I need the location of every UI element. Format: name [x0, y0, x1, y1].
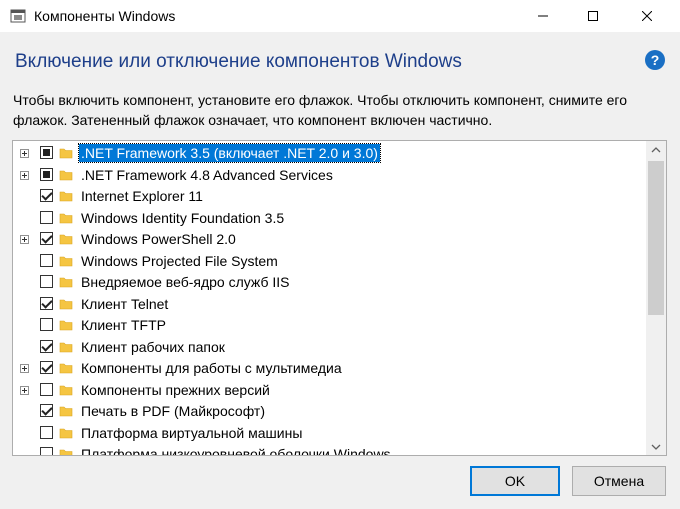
feature-row[interactable]: Платформа виртуальной машины — [13, 423, 646, 444]
close-button[interactable] — [624, 0, 670, 32]
help-icon[interactable]: ? — [645, 50, 665, 70]
expand-plus-icon[interactable] — [20, 235, 29, 244]
feature-label: Клиент рабочих папок — [81, 338, 225, 355]
feature-row[interactable]: Windows Projected File System — [13, 251, 646, 272]
feature-label: Компоненты для работы с мультимедиа — [81, 360, 342, 376]
folder-icon — [59, 406, 73, 417]
description-text: Чтобы включить компонент, установите его… — [13, 92, 627, 128]
folder-icon — [59, 234, 73, 245]
folder-icon — [59, 299, 73, 309]
feature-checkbox[interactable] — [40, 232, 53, 245]
maximize-button[interactable] — [570, 0, 616, 32]
feature-row[interactable]: Internet Explorer 11 — [13, 186, 646, 207]
folder-icon — [59, 363, 73, 374]
feature-row[interactable]: Windows Identity Foundation 3.5 — [13, 208, 646, 229]
feature-row[interactable]: Windows PowerShell 2.0 — [13, 229, 646, 250]
feature-row[interactable]: .NET Framework 4.8 Advanced Services — [13, 165, 646, 186]
feature-label: Компоненты прежних версий — [81, 381, 270, 398]
feature-label: Платформа низкоуровневой оболочки Window… — [81, 446, 391, 455]
feature-label: Windows Projected File System — [81, 252, 278, 269]
features-list: .NET Framework 3.5 (включает .NET 2.0 и … — [13, 141, 646, 455]
feature-checkbox[interactable] — [40, 382, 53, 396]
expand-plus-icon[interactable] — [20, 149, 29, 158]
feature-row[interactable]: Платформа низкоуровневой оболочки Window… — [13, 444, 646, 455]
feature-checkbox[interactable] — [40, 404, 53, 417]
cancel-button[interactable]: Отмена — [572, 466, 666, 496]
folder-icon — [59, 342, 73, 352]
expand-plus-icon[interactable] — [20, 385, 29, 395]
feature-checkbox[interactable] — [40, 146, 53, 159]
vertical-scrollbar[interactable] — [646, 141, 666, 455]
feature-label: .NET Framework 4.8 Advanced Services — [81, 166, 333, 183]
folder-icon — [59, 385, 73, 395]
feature-checkbox[interactable] — [40, 189, 53, 202]
feature-label: Windows PowerShell 2.0 — [81, 231, 236, 247]
feature-row[interactable]: Внедряемое веб-ядро служб IIS — [13, 272, 646, 293]
feature-row[interactable]: Клиент TFTP — [13, 315, 646, 336]
feature-label: .NET Framework 3.5 (включает .NET 2.0 и … — [78, 143, 381, 163]
feature-row[interactable]: Клиент рабочих папок — [13, 337, 646, 358]
chevron-down-icon — [651, 444, 661, 450]
ok-button[interactable]: OK — [470, 466, 560, 496]
scroll-up-button[interactable] — [646, 141, 666, 158]
chevron-up-icon — [651, 146, 661, 152]
scroll-down-button[interactable] — [646, 438, 666, 455]
feature-label: Внедряемое веб-ядро служб IIS — [81, 274, 290, 290]
feature-checkbox[interactable] — [40, 296, 53, 310]
feature-label: Клиент Telnet — [81, 295, 169, 312]
expand-plus-icon[interactable] — [20, 364, 29, 373]
feature-checkbox[interactable] — [40, 167, 53, 181]
minimize-button[interactable] — [520, 0, 566, 32]
folder-icon — [59, 428, 73, 438]
feature-row[interactable]: Компоненты прежних версий — [13, 380, 646, 401]
feature-checkbox[interactable] — [40, 253, 53, 267]
feature-label: Клиент TFTP — [81, 317, 166, 333]
feature-label: Windows Identity Foundation 3.5 — [81, 209, 285, 226]
close-icon — [642, 11, 652, 21]
folder-icon — [59, 191, 73, 202]
features-tree: .NET Framework 3.5 (включает .NET 2.0 и … — [12, 140, 667, 456]
feature-checkbox[interactable] — [40, 210, 53, 224]
feature-row[interactable]: .NET Framework 3.5 (включает .NET 2.0 и … — [13, 143, 646, 164]
minimize-icon — [538, 15, 548, 17]
feature-row[interactable]: Компоненты для работы с мультимедиа — [13, 358, 646, 379]
feature-row[interactable]: Печать в PDF (Майкрософт) — [13, 401, 646, 422]
scroll-thumb[interactable] — [648, 161, 664, 315]
feature-label: Платформа виртуальной машины — [81, 424, 303, 441]
feature-label: Печать в PDF (Майкрософт) — [81, 403, 265, 419]
folder-icon — [59, 170, 73, 180]
title-bar: Компоненты Windows — [0, 0, 680, 32]
feature-checkbox[interactable] — [40, 318, 53, 331]
folder-icon — [59, 213, 73, 223]
feature-checkbox[interactable] — [40, 361, 53, 374]
maximize-icon — [588, 11, 598, 21]
feature-row[interactable]: Клиент Telnet — [13, 294, 646, 315]
folder-icon — [59, 148, 73, 159]
folder-icon — [59, 449, 73, 455]
page-title: Включение или отключение компонентов Win… — [15, 51, 462, 72]
feature-checkbox[interactable] — [40, 339, 53, 353]
window-title: Компоненты Windows — [34, 8, 176, 24]
folder-icon — [59, 277, 73, 288]
folder-icon — [59, 256, 73, 266]
folder-icon — [59, 320, 73, 331]
feature-label: Internet Explorer 11 — [81, 188, 203, 204]
window-app-icon — [10, 9, 26, 23]
feature-checkbox[interactable] — [40, 447, 53, 455]
feature-checkbox[interactable] — [40, 275, 53, 288]
expand-plus-icon[interactable] — [20, 170, 29, 180]
feature-checkbox[interactable] — [40, 425, 53, 439]
